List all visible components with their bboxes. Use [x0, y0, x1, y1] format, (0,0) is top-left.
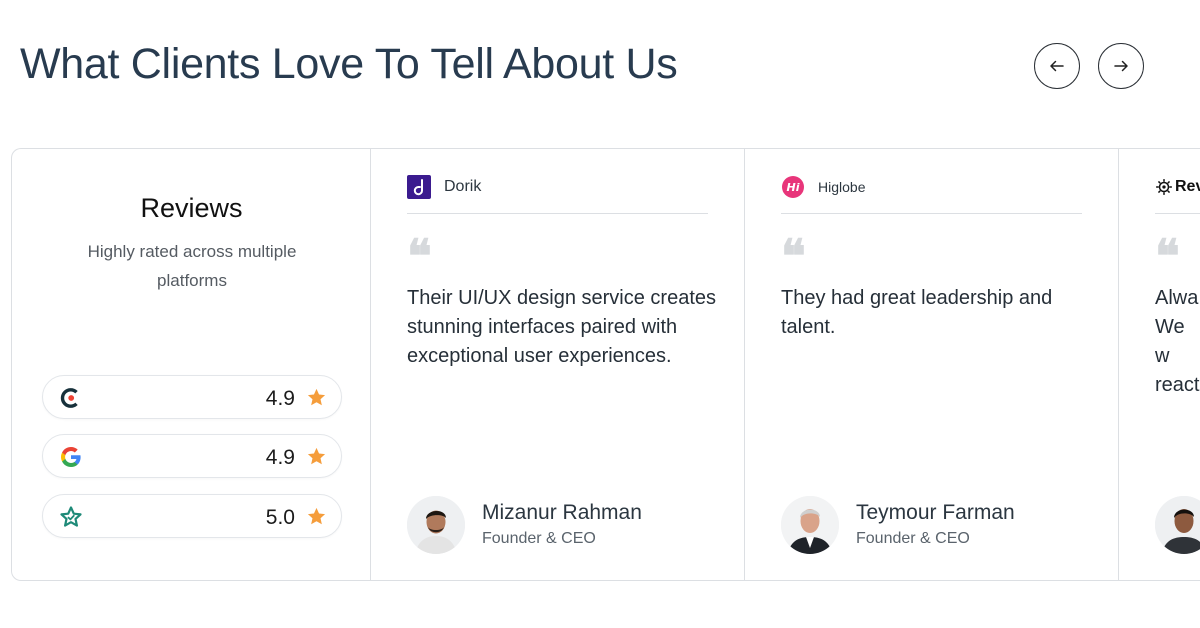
testimonial-quote: Alwa We w react	[1155, 287, 1200, 396]
quote-icon: ❝	[1155, 229, 1180, 283]
arrow-right-icon	[1114, 60, 1128, 72]
testimonial-carousel: Reviews Highly rated across multiple pla…	[11, 148, 1200, 581]
reviews-summary-card: Reviews Highly rated across multiple pla…	[12, 149, 371, 580]
brand-header: Rev	[1155, 173, 1200, 214]
svg-text:Hi: Hi	[787, 181, 800, 194]
brand-header: Hi Higlobe	[781, 173, 1082, 214]
reviews-title: Reviews	[140, 193, 243, 223]
brand-name: Dorik	[444, 178, 482, 195]
quote-icon: ❝	[407, 229, 432, 283]
star-icon	[307, 447, 326, 465]
avatar	[781, 496, 839, 554]
person-role: Founder & CEO	[856, 530, 970, 547]
testimonial-card: Hi Higlobe ❝ They had great leadership a…	[745, 149, 1119, 580]
testimonial-card: Rev ❝ Alwa We w react	[1119, 149, 1200, 580]
rating-score: 4.9	[265, 446, 295, 469]
reviews-subtitle: Highly rated across multiple platforms	[87, 242, 297, 290]
testimonial-card: Dorik ❝ Their UI/UX design service creat…	[371, 149, 745, 580]
arrow-left-icon	[1050, 60, 1064, 72]
brand-name: Rev	[1175, 178, 1200, 195]
dorik-logo-icon	[407, 175, 431, 199]
brand-header: Dorik	[407, 173, 708, 214]
brand-name: Higlobe	[818, 179, 866, 195]
rating-clutch[interactable]: 4.9	[42, 375, 342, 419]
clutch-logo-icon	[60, 388, 78, 408]
rating-star-platform[interactable]: 5.0	[42, 494, 342, 538]
avatar	[1155, 496, 1200, 554]
rating-score: 5.0	[265, 506, 295, 529]
testimonial-quote: Their UI/UX design service creates stunn…	[407, 287, 717, 367]
testimonial-quote: They had great leadership and talent.	[781, 287, 1053, 338]
rating-google[interactable]: 4.9	[42, 434, 342, 478]
quote-icon: ❝	[781, 229, 806, 283]
person-role: Founder & CEO	[482, 530, 596, 547]
next-button[interactable]	[1098, 43, 1144, 89]
gear-logo-icon	[1156, 179, 1172, 195]
page-title: What Clients Love To Tell About Us	[20, 40, 678, 88]
star-badge-logo-icon	[60, 506, 82, 527]
previous-button[interactable]	[1034, 43, 1080, 89]
person-name: Mizanur Rahman	[482, 501, 642, 524]
person-name: Teymour Farman	[856, 501, 1015, 524]
star-icon	[307, 507, 326, 525]
rating-score: 4.9	[265, 387, 295, 410]
google-logo-icon	[61, 447, 81, 467]
star-icon	[307, 388, 326, 406]
higlobe-logo-icon: Hi	[782, 176, 804, 198]
avatar	[407, 496, 465, 554]
